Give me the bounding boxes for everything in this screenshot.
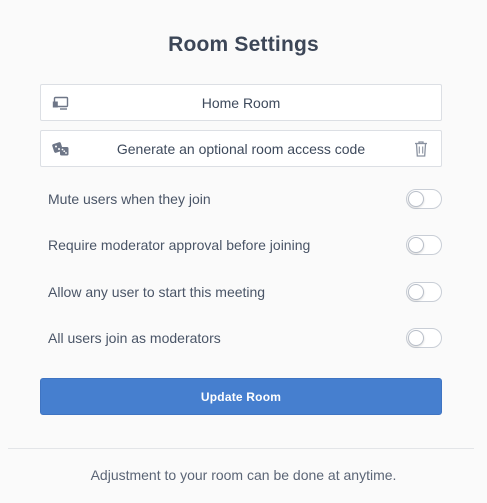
toggle-row-moderator-approval: Require moderator approval before joinin…: [48, 234, 442, 256]
toggle-row-all-join-as-moderators: All users join as moderators: [48, 327, 442, 349]
toggle-knob: [408, 330, 424, 346]
toggle-label: Mute users when they join: [48, 191, 211, 207]
update-room-button[interactable]: Update Room: [40, 378, 442, 415]
toggle-row-anyone-can-start: Allow any user to start this meeting: [48, 281, 442, 303]
toggle-knob: [408, 237, 424, 253]
all-join-as-moderators-toggle[interactable]: [406, 328, 442, 348]
mute-on-join-toggle[interactable]: [406, 189, 442, 209]
toggle-label: All users join as moderators: [48, 330, 221, 346]
access-code-value: Generate an optional room access code: [116, 140, 366, 157]
dialog-title: Room Settings: [168, 33, 319, 56]
trash-icon[interactable]: [413, 140, 429, 158]
toggle-knob: [408, 284, 424, 300]
footer-note: Adjustment to your room can be done at a…: [90, 467, 397, 483]
room-name-field[interactable]: Home Room: [40, 84, 442, 121]
room-name-value: Home Room: [201, 94, 281, 111]
toggle-label: Allow any user to start this meeting: [48, 284, 266, 300]
room-name-icon: [52, 94, 70, 112]
room-settings-dialog: Room Settings Home Room Generate an opti…: [0, 0, 487, 503]
toggle-label: Require moderator approval before joinin…: [48, 237, 311, 253]
access-code-field[interactable]: Generate an optional room access code: [40, 130, 442, 167]
footer-divider: [8, 448, 474, 449]
anyone-can-start-toggle[interactable]: [406, 282, 442, 302]
dice-icon: [52, 140, 70, 158]
toggle-row-mute-on-join: Mute users when they join: [48, 188, 442, 210]
toggle-knob: [408, 191, 424, 207]
moderator-approval-toggle[interactable]: [406, 235, 442, 255]
